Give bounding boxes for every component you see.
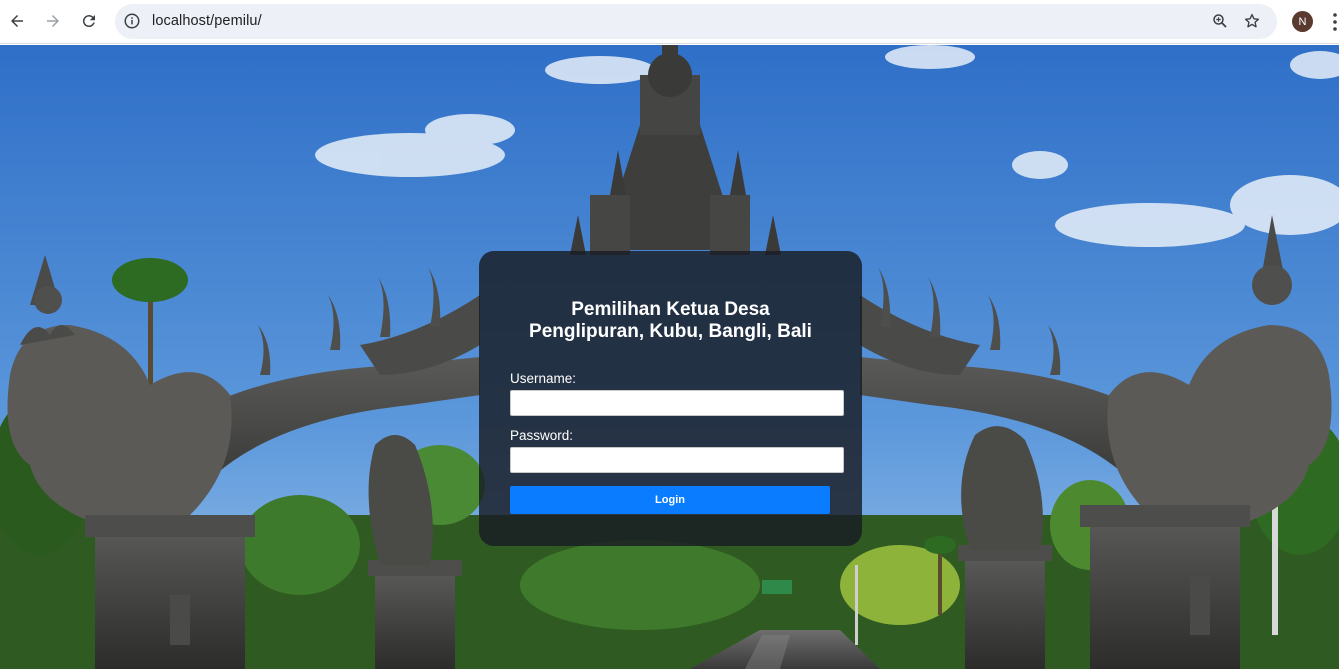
page-title: Pemilihan Ketua Desa Penglipuran, Kubu, … (479, 299, 862, 343)
password-label: Password: (510, 428, 574, 443)
bookmark-star-icon[interactable] (1243, 12, 1261, 30)
username-input[interactable] (510, 390, 844, 416)
username-label: Username: (510, 371, 577, 386)
address-bar[interactable]: localhost/pemilu/ (115, 4, 1277, 39)
page-viewport: Pemilihan Ketua Desa Penglipuran, Kubu, … (0, 45, 1339, 669)
reload-button[interactable] (76, 8, 102, 34)
info-icon[interactable] (123, 12, 141, 30)
url-text[interactable]: localhost/pemilu/ (152, 13, 262, 29)
zoom-icon[interactable] (1211, 12, 1229, 30)
menu-dots-icon[interactable] (1331, 12, 1339, 32)
reload-icon (82, 15, 95, 28)
password-input[interactable] (510, 447, 844, 473)
title-line-2: Penglipuran, Kubu, Bangli, Bali (529, 321, 812, 342)
arrow-right-icon (47, 15, 59, 27)
arrow-left-icon (11, 15, 23, 27)
login-card: Pemilihan Ketua Desa Penglipuran, Kubu, … (479, 251, 862, 546)
back-button[interactable] (4, 8, 30, 34)
login-button[interactable]: Login (510, 486, 830, 514)
forward-button[interactable] (40, 8, 66, 34)
profile-avatar[interactable]: N (1292, 11, 1313, 32)
road-sign (762, 580, 792, 594)
title-line-1: Pemilihan Ketua Desa (571, 299, 770, 320)
browser-toolbar: localhost/pemilu/ N (0, 0, 1339, 44)
